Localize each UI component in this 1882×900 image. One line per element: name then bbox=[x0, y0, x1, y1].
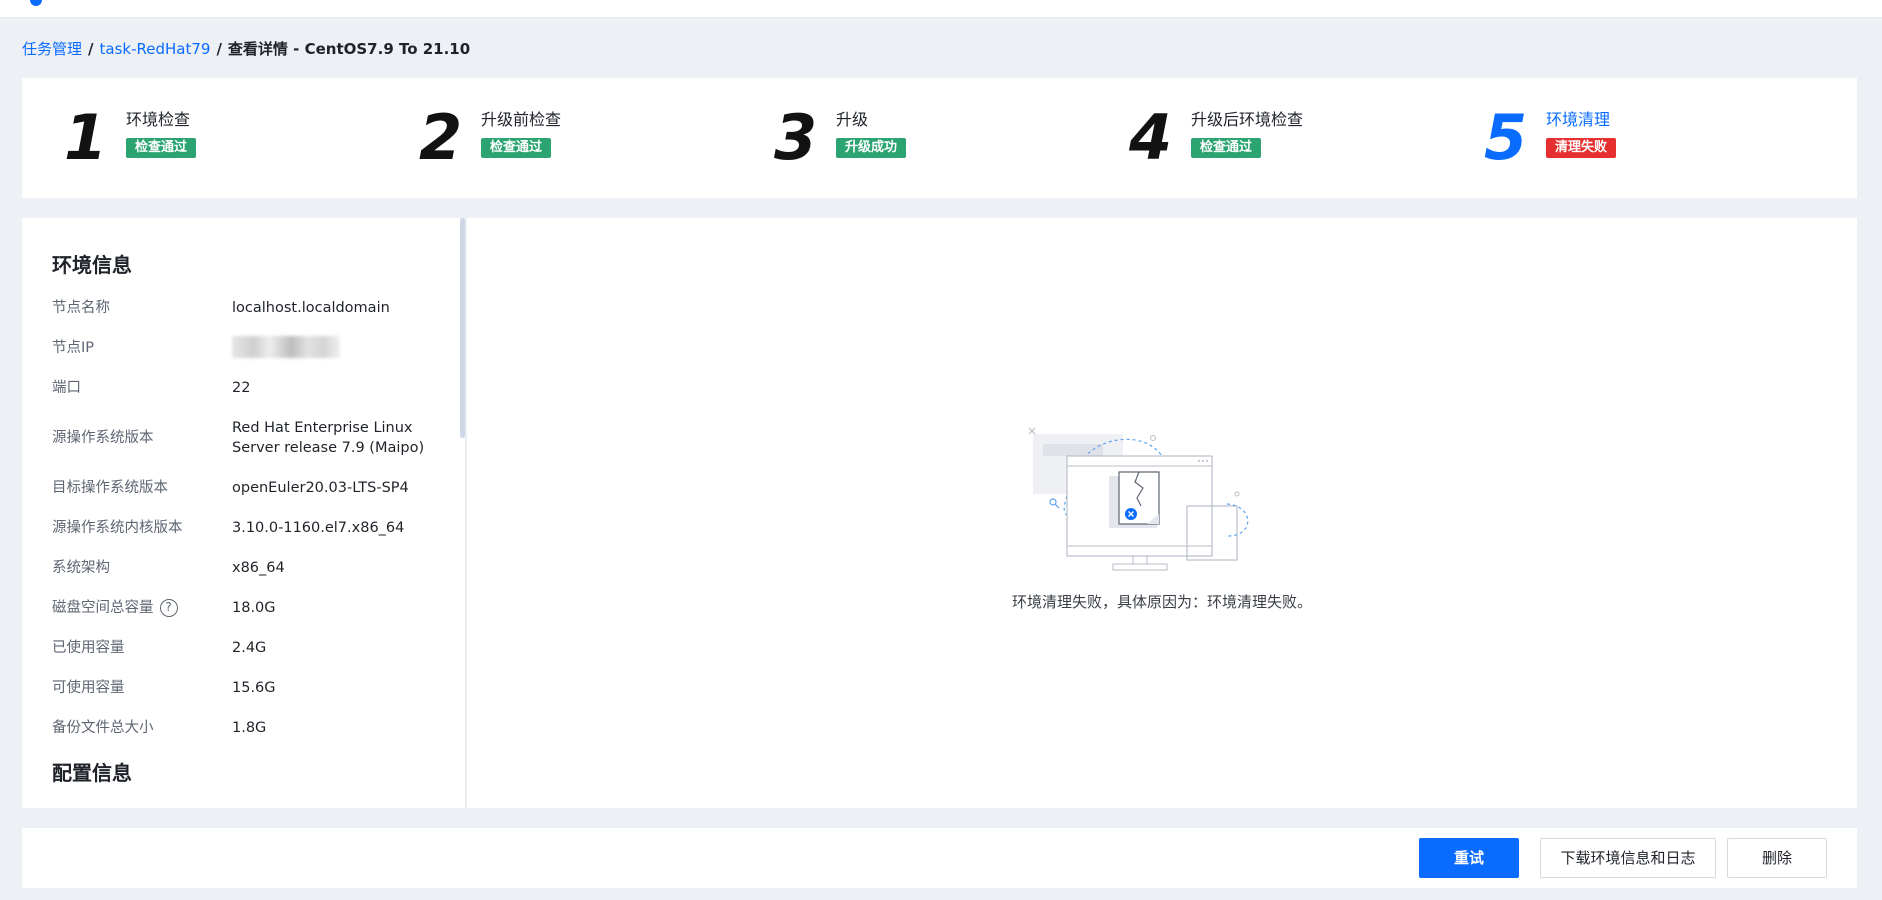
breadcrumb-task-management[interactable]: 任务管理 bbox=[22, 39, 82, 59]
retry-button[interactable]: 重试 bbox=[1419, 838, 1519, 878]
info-label: 节点IP bbox=[52, 340, 95, 356]
info-value: x86_64 bbox=[232, 560, 285, 576]
step-number: 4 bbox=[1129, 101, 1173, 174]
breadcrumb-separator: / bbox=[88, 40, 94, 58]
broken-document-illustration-icon bbox=[1028, 427, 1249, 571]
step-title: 升级 bbox=[836, 110, 869, 129]
info-label: 源操作系统版本 bbox=[52, 430, 154, 446]
step-number: 2 bbox=[419, 101, 463, 174]
download-logs-button[interactable]: 下载环境信息和日志 bbox=[1540, 838, 1716, 878]
result-panel: 环境清理失败，具体原因为：环境清理失败。 bbox=[467, 218, 1857, 808]
info-value: 2.4G bbox=[232, 640, 267, 656]
help-icon[interactable]: ? bbox=[159, 599, 178, 617]
top-navigation-bar bbox=[0, 0, 1882, 18]
step-connector-line bbox=[1319, 106, 1473, 170]
step-status-badge: 检查通过 bbox=[481, 138, 552, 158]
step-number: 1 bbox=[64, 101, 108, 174]
info-value: openEuler20.03-LTS-SP4 bbox=[232, 480, 409, 496]
step-title: 环境检查 bbox=[126, 110, 191, 129]
info-label: 备份文件总大小 bbox=[52, 720, 154, 736]
step-status-badge: 检查通过 bbox=[126, 138, 197, 158]
logo-icon bbox=[30, 0, 42, 6]
info-value: Red Hat Enterprise Linux Server release … bbox=[232, 420, 425, 456]
info-value: 15.6G bbox=[232, 680, 276, 696]
step-number: 5 bbox=[1484, 101, 1528, 174]
info-label: 已使用容量 bbox=[52, 640, 125, 656]
info-label: 系统架构 bbox=[52, 560, 110, 576]
breadcrumb-current: 查看详情 - CentOS7.9 To 21.10 bbox=[227, 40, 471, 58]
info-label-text: 磁盘空间总容量 bbox=[52, 600, 154, 616]
info-label: 端口 bbox=[52, 380, 81, 396]
section-title-config: 配置信息 bbox=[52, 761, 132, 785]
breadcrumb-task-name[interactable]: task-RedHat79 bbox=[100, 39, 211, 59]
info-value: 22 bbox=[232, 380, 251, 396]
environment-info-panel: 环境信息 节点名称 localhost.localdomain 节点IP 端口 … bbox=[22, 218, 466, 808]
info-value: localhost.localdomain bbox=[232, 300, 390, 316]
footer-actions: 重试 下载环境信息和日志 删除 bbox=[22, 828, 1857, 888]
info-label: 可使用容量 bbox=[52, 680, 125, 696]
section-title-environment: 环境信息 bbox=[52, 253, 132, 277]
info-label: 节点名称 bbox=[52, 300, 110, 316]
steps-progress: 1 环境检查 检查通过 2 升级前检查 检查通过 3 升级 升级成功 4 升级后… bbox=[22, 78, 1857, 198]
info-label: 目标操作系统版本 bbox=[52, 480, 168, 496]
step-number: 3 bbox=[774, 101, 818, 174]
redacted-ip bbox=[232, 336, 340, 358]
step-connector-line bbox=[202, 106, 408, 170]
breadcrumb: 任务管理 / task-RedHat79 / 查看详情 - CentOS7.9 … bbox=[22, 39, 470, 59]
step-status-badge: 检查通过 bbox=[1191, 138, 1262, 158]
info-value: 18.0G bbox=[232, 600, 276, 616]
step-title: 升级后环境检查 bbox=[1191, 110, 1304, 129]
breadcrumb-separator: / bbox=[216, 40, 222, 58]
info-value-redacted bbox=[232, 336, 442, 364]
info-value: 3.10.0-1160.el7.x86_64 bbox=[232, 520, 405, 536]
step-connector-line bbox=[575, 106, 763, 170]
step-status-badge: 清理失败 bbox=[1546, 138, 1617, 158]
info-value: 1.8G bbox=[232, 720, 267, 736]
step-title: 升级前检查 bbox=[481, 110, 562, 129]
info-label: 磁盘空间总容量 ? bbox=[52, 598, 178, 618]
failure-message: 环境清理失败，具体原因为：环境清理失败。 bbox=[1011, 593, 1312, 611]
step-title: 环境清理 bbox=[1546, 110, 1611, 129]
step-connector-line bbox=[877, 106, 1119, 170]
info-label: 源操作系统内核版本 bbox=[52, 520, 183, 536]
delete-button[interactable]: 删除 bbox=[1727, 838, 1827, 878]
scrollbar[interactable] bbox=[460, 218, 465, 438]
